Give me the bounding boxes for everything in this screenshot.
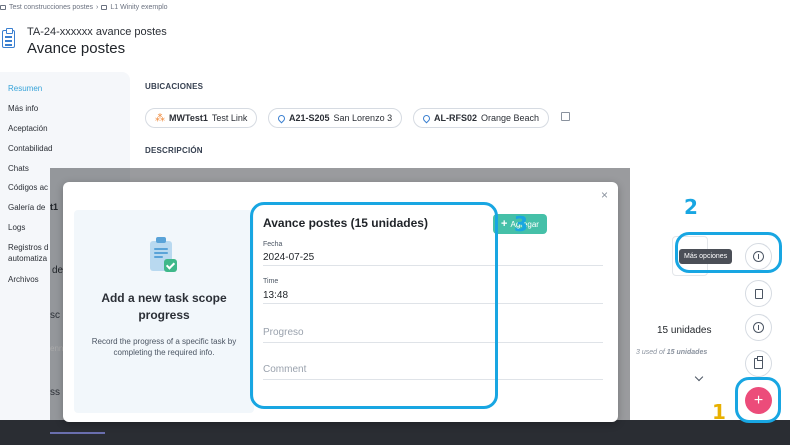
location-pin-icon (421, 113, 432, 123)
sidebar-item-logs[interactable]: Logs (8, 223, 25, 232)
annotation-number-1: 1 (712, 400, 726, 424)
info-icon (753, 322, 764, 333)
location-code: AL-RFS02 (434, 113, 478, 123)
sidebar-item-resumen[interactable]: Resumen (8, 84, 42, 93)
annotation-number-2: 2 (684, 195, 698, 219)
document-button[interactable] (745, 280, 772, 307)
breadcrumb-separator: › (96, 4, 99, 11)
location-code: MWTest1 (169, 113, 208, 123)
info-button[interactable] (745, 314, 772, 341)
sidebar-item-registros[interactable]: Registros d (8, 243, 48, 252)
location-name: Orange Beach (481, 113, 540, 123)
units-used: 3 used of 15 unidades (636, 349, 707, 356)
location-chip-mwtest1[interactable]: ⁂ MWTest1 Test Link (145, 108, 258, 128)
page-title: Avance postes (27, 40, 126, 57)
sidebar-item-galeria-fragment: t1 (50, 202, 59, 212)
background-fragment: de (52, 265, 64, 276)
sidebar-item-archivos[interactable]: Archivos (8, 275, 39, 284)
location-name: Test Link (211, 113, 248, 123)
clipboard-check-icon (148, 237, 177, 273)
location-code: A21-S205 (289, 113, 330, 123)
sidebar-item-galeria[interactable]: Galería de (8, 203, 45, 212)
annotation-box-form (250, 202, 498, 409)
edit-icon[interactable] (561, 112, 570, 121)
annotation-number-3: 3 (514, 212, 528, 236)
annotation-box-more-options (675, 232, 782, 273)
section-label-descripcion: DESCRIPCIÓN (145, 146, 203, 155)
background-fragment: ss (50, 387, 60, 398)
modal-info-description: Record the progress of a specific task b… (91, 337, 237, 357)
document-icon (754, 288, 763, 299)
location-name: San Lorenzo 3 (333, 113, 393, 123)
sidebar-item-aceptacion[interactable]: Aceptación (8, 124, 48, 133)
sidebar-item-registros-line2: automatiza (8, 254, 48, 263)
location-pin-icon (276, 113, 287, 123)
units-used-prefix: 3 used of (636, 349, 665, 356)
modal-info-title: Add a new task scope progress (101, 291, 227, 322)
bottom-bar (0, 420, 790, 445)
breadcrumb: Test construcciones postes › L1 Winity e… (0, 4, 168, 11)
plus-icon: + (501, 218, 508, 230)
sidebar-item-codigos[interactable]: Códigos ac (8, 183, 48, 192)
modal-info-panel: Add a new task scope progress Record the… (74, 210, 254, 413)
clipboard-icon (754, 356, 763, 369)
location-chip-al-rfs02[interactable]: AL-RFS02 Orange Beach (413, 108, 550, 128)
chevron-down-icon[interactable] (694, 372, 704, 382)
sidebar-item-chats[interactable]: Chats (8, 164, 29, 173)
folder-icon (0, 5, 6, 10)
clipboard-list-icon (2, 28, 15, 48)
background-fragment: sc (50, 310, 60, 321)
page-subtitle: TA-24-xxxxxx avance postes (27, 26, 167, 38)
clipboard-icon (101, 5, 108, 10)
units-total: 15 unidades (657, 325, 712, 336)
location-chip-a21-s205[interactable]: A21-S205 San Lorenzo 3 (268, 108, 403, 128)
progress-track (50, 432, 105, 434)
annotation-box-fab (735, 377, 781, 423)
breadcrumb-project[interactable]: Test construcciones postes (9, 4, 93, 11)
link-icon: ⁂ (155, 112, 165, 124)
background-fragment: enn (50, 344, 64, 353)
clipboard-button[interactable] (745, 350, 772, 377)
sidebar-item-mas-info[interactable]: Más info (8, 104, 38, 113)
units-used-total: 15 unidades (666, 349, 708, 356)
close-icon[interactable]: × (601, 188, 608, 202)
sidebar-item-contabilidad[interactable]: Contabilidad (8, 144, 52, 153)
section-label-ubicaciones: UBICACIONES (145, 82, 204, 91)
breadcrumb-item[interactable]: L1 Winity exemplo (110, 4, 167, 11)
